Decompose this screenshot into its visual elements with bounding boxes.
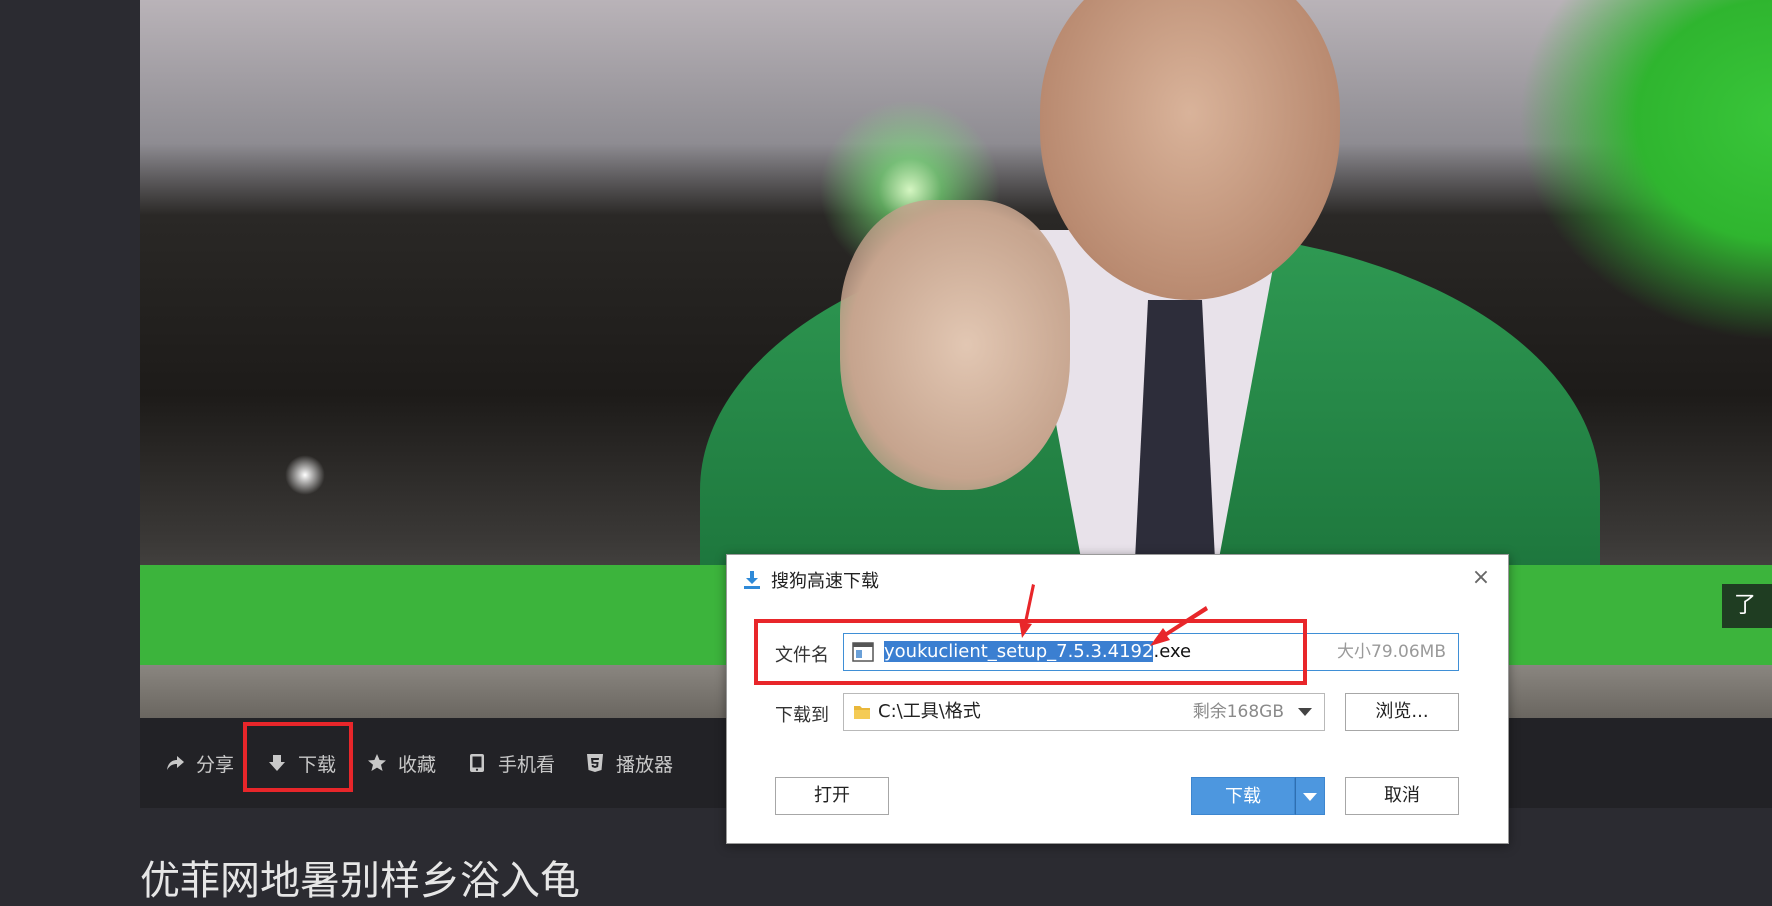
remaining-space: 剩余168GB — [1192, 702, 1284, 722]
close-icon[interactable]: × — [1470, 567, 1492, 589]
saveto-label: 下载到 — [775, 705, 829, 726]
dialog-title-bar: 搜狗高速下载 — [741, 565, 879, 595]
annotation-arrow-right — [1150, 606, 1208, 646]
dialog-title: 搜狗高速下载 — [771, 571, 879, 592]
star-icon — [366, 752, 388, 774]
share-label: 分享 — [196, 753, 235, 776]
browse-button[interactable]: 浏览... — [1345, 693, 1459, 731]
video-page-title: 优菲网地暑别样乡浴入龟 — [140, 858, 580, 904]
player-button[interactable]: 播放器 — [584, 718, 673, 808]
chevron-down-icon — [1303, 793, 1317, 801]
annotation-arrow-left — [1019, 584, 1035, 638]
download-confirm-button[interactable]: 下载 — [1191, 777, 1295, 815]
html5-icon — [584, 752, 606, 774]
mobile-icon — [466, 752, 488, 774]
save-path-dropdown[interactable]: C:\工具\格式 剩余168GB — [843, 693, 1325, 731]
share-button[interactable]: 分享 — [164, 718, 234, 808]
download-options-button[interactable] — [1295, 777, 1325, 815]
folder-icon — [852, 702, 872, 722]
open-button[interactable]: 打开 — [775, 777, 889, 815]
video-subject-hand — [840, 200, 1070, 490]
video-right-tag[interactable]: 了 — [1722, 584, 1772, 628]
share-icon — [164, 752, 186, 774]
file-size: 大小79.06MB — [1337, 642, 1446, 662]
download-highlight-box — [243, 722, 353, 792]
player-label: 播放器 — [616, 753, 674, 776]
favorite-label: 收藏 — [398, 753, 437, 776]
cancel-button[interactable]: 取消 — [1345, 777, 1459, 815]
mobile-watch-button[interactable]: 手机看 — [466, 718, 555, 808]
mobile-watch-label: 手机看 — [498, 753, 556, 776]
chevron-down-icon[interactable] — [1298, 708, 1312, 716]
download-icon — [741, 569, 763, 591]
save-path-text: C:\工具\格式 — [878, 701, 981, 722]
download-dialog: 搜狗高速下载 × 文件名 youkuclient_setup_7.5.3.419… — [726, 554, 1509, 844]
favorite-button[interactable]: 收藏 — [366, 718, 436, 808]
video-light-spot — [285, 455, 325, 495]
